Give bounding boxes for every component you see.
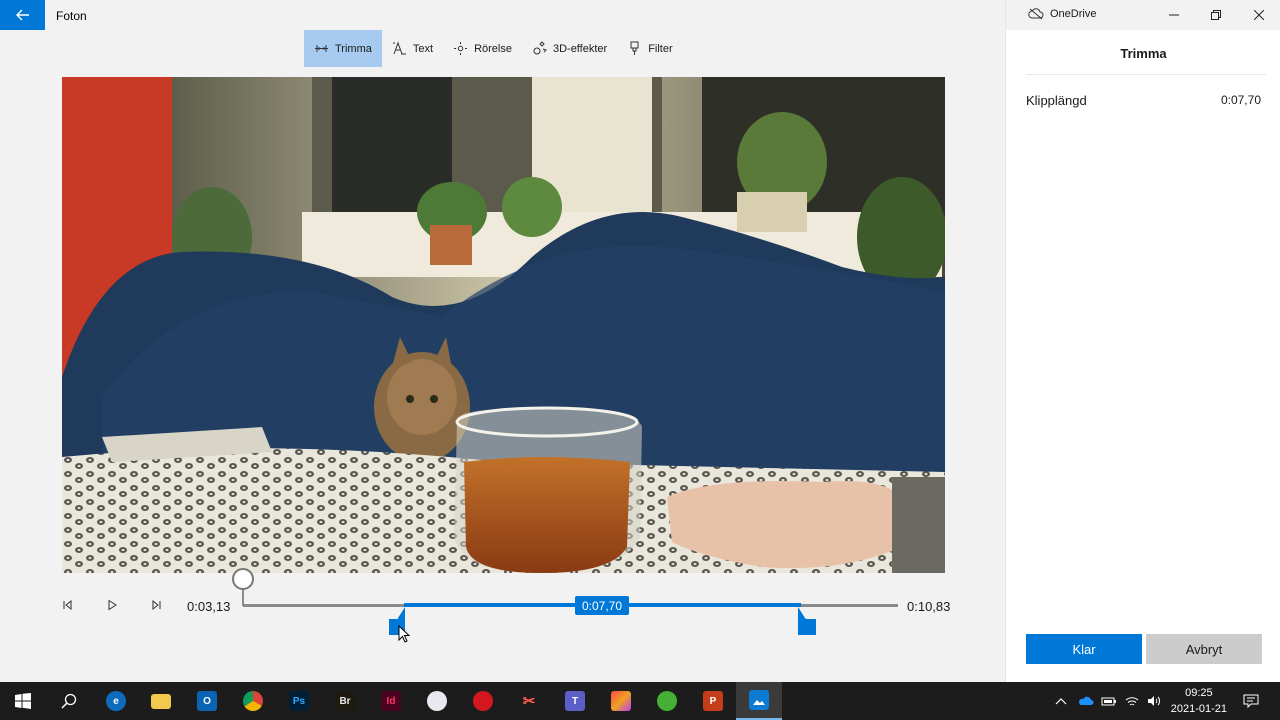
panel-divider [1026,74,1266,75]
video-frame [62,77,945,573]
taskbar-green-app[interactable] [644,682,690,720]
snip-icon: ✂ [522,693,536,710]
cloud-off-icon [1028,8,1044,20]
step-back-icon [63,599,72,611]
photoshop-icon: Ps [289,691,309,711]
end-time: 0:10,83 [907,599,951,614]
notification-icon [1243,694,1259,708]
playhead-handle[interactable] [232,568,254,590]
teams-icon: T [565,691,585,711]
app-title: Foton [56,9,87,23]
close-icon [1254,10,1264,20]
chrome-icon [243,691,263,711]
trim-end-handle[interactable] [797,604,817,636]
step-back-button[interactable] [59,597,75,613]
taskbar-edge[interactable]: e [93,682,139,720]
cancel-button[interactable]: Avbryt [1146,634,1262,664]
text-icon [392,41,406,55]
taskbar-snip[interactable]: ✂ [506,682,552,720]
trim-icon [315,45,328,52]
bridge-icon: Br [335,691,355,711]
step-forward-button[interactable] [149,597,165,613]
trim-panel: OneDrive Trimma Klipplängd 0:07,70 Klar … [1005,0,1280,682]
tab-filter-label: Filter [648,42,673,55]
tab-motion-label: Rörelse [474,42,512,55]
tab-text-label: Text [412,42,434,55]
play-icon [108,599,117,611]
filter-icon [630,41,639,55]
taskbar-photoshop[interactable]: Ps [276,682,322,720]
photos-icon [749,690,769,710]
taskbar-bridge[interactable]: Br [322,682,368,720]
wifi-icon[interactable] [1125,695,1139,707]
clock-time: 09:25 [1185,687,1213,699]
play-button[interactable] [104,597,120,613]
panel-title: Trimma [1120,46,1167,61]
title-bar: Foton [0,0,1005,30]
back-arrow-icon [15,9,29,21]
clip-length-value: 0:07,70 [1220,93,1261,107]
tab-3d-effects-label: 3D-effekter [552,42,608,55]
taskbar-clock[interactable]: 09:25 2021-01-21 [1171,685,1227,717]
volume-icon[interactable] [1147,695,1161,707]
edge-icon: e [106,691,126,711]
search-icon [61,693,77,709]
step-forward-icon [152,599,161,611]
taskbar-outlook[interactable]: O [184,682,230,720]
done-button[interactable]: Klar [1026,634,1142,664]
taskbar-chrome[interactable] [230,682,276,720]
taskbar: e O Ps Br Id ✂ T P 09:25 2021-01-21 [0,682,1280,720]
taskbar-teams[interactable]: T [552,682,598,720]
current-time: 0:03,13 [187,599,231,614]
tab-filter[interactable]: Filter [617,30,682,67]
file-explorer-icon [151,693,171,709]
clock-date: 2021-01-21 [1170,703,1227,715]
outlook-icon: O [197,691,217,711]
motion-icon [454,42,468,55]
back-button[interactable] [0,0,45,30]
clip-length-label: Klipplängd [1026,93,1087,108]
battery-icon[interactable] [1101,696,1117,706]
minimize-icon [1169,14,1179,16]
onedrive-icon[interactable] [1078,696,1094,706]
taskbar-powerpoint[interactable]: P [690,682,736,720]
opera-icon [473,691,493,711]
restore-icon [1211,10,1221,20]
windows-icon [15,693,31,709]
powerpoint-icon: P [703,691,723,711]
taskbar-photos[interactable] [736,682,782,720]
minimize-button[interactable] [1153,0,1195,30]
taskbar-file-explorer[interactable] [138,682,184,720]
restore-button[interactable] [1195,0,1237,30]
selection-length-badge: 0:07,70 [575,596,629,615]
taskbar-indesign[interactable]: Id [368,682,414,720]
taskbar-app[interactable] [414,682,460,720]
edit-toolbar: Trimma Text Rörelse 3D-effekter Filter [304,30,683,67]
creative-cloud-icon [611,691,631,711]
action-center-button[interactable] [1228,682,1274,720]
taskbar-creative-cloud[interactable] [598,682,644,720]
panel-title-bar: OneDrive [1006,0,1280,30]
indesign-icon: Id [381,691,401,711]
onedrive-label: OneDrive [1050,8,1097,20]
video-preview[interactable] [62,77,945,573]
app-icon [427,691,447,711]
tab-motion[interactable]: Rörelse [443,30,522,67]
start-button[interactable] [0,682,46,720]
green-app-icon [657,691,677,711]
taskbar-opera[interactable] [460,682,506,720]
3d-effects-icon [533,41,547,55]
tab-3d-effects[interactable]: 3D-effekter [522,30,617,67]
chevron-up-icon[interactable] [1055,697,1067,705]
onedrive-status[interactable]: OneDrive [1028,8,1096,20]
mouse-cursor [398,625,410,643]
taskbar-search-button[interactable] [46,682,92,720]
tab-trim-label: Trimma [335,42,372,55]
system-tray [1055,682,1161,720]
close-button[interactable] [1238,0,1280,30]
tab-text[interactable]: Text [382,30,443,67]
tab-trim[interactable]: Trimma [304,30,382,67]
